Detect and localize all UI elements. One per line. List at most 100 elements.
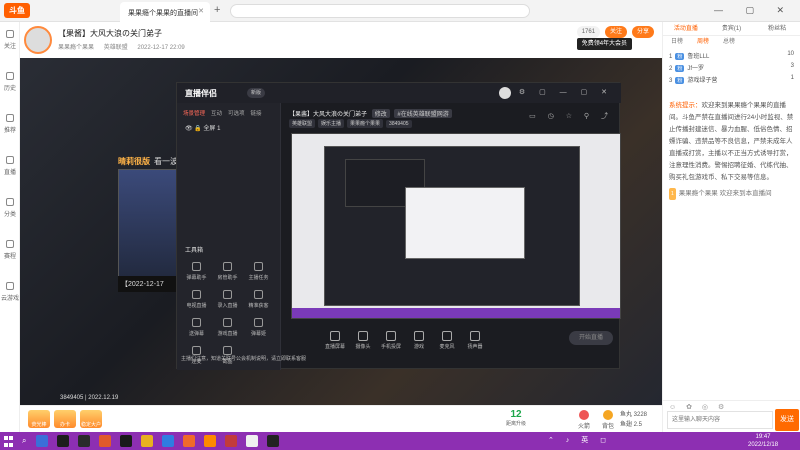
app-icon[interactable] xyxy=(246,435,258,447)
chat-input[interactable] xyxy=(667,411,773,429)
tool-1[interactable]: 房管助手 xyxy=(212,259,243,287)
system-tray[interactable]: ⌃ ♪ 英 ◻ xyxy=(548,435,611,445)
tool-2[interactable]: 主播任务 xyxy=(243,259,274,287)
app-main-icons[interactable]: ▭ ◷ ☆ ⚲ ⤴ xyxy=(529,111,613,121)
app-icon[interactable] xyxy=(204,435,216,447)
close-tab-icon[interactable]: ✕ xyxy=(198,7,204,15)
tab-options[interactable]: 可选项 xyxy=(228,111,245,117)
stream-preview[interactable] xyxy=(291,133,621,319)
app-icon[interactable] xyxy=(99,435,111,447)
streamer-name[interactable]: 果果瘾个果果 xyxy=(58,45,94,51)
header-actions: 1761 关注 分享 免费领4年大会员 xyxy=(574,26,654,50)
system-label: 系统提示： xyxy=(669,102,702,109)
subtag[interactable]: 娱乐主播 xyxy=(318,119,345,128)
ctrl-phone[interactable]: 手机投屏 xyxy=(377,331,405,350)
rank-row[interactable]: 3 粉游戏绿子营 1 xyxy=(663,72,800,84)
replay-thumbnail[interactable] xyxy=(118,169,178,291)
app-icon[interactable] xyxy=(120,435,132,447)
gift-item[interactable]: 稳定大户 xyxy=(80,410,102,428)
heart-icon xyxy=(6,30,14,38)
gamepad-icon xyxy=(223,318,232,327)
app-icon[interactable] xyxy=(162,435,174,447)
share-button[interactable]: 分享 xyxy=(631,26,654,38)
backpack-button[interactable]: 背包 xyxy=(596,410,620,430)
nav-history[interactable]: 历史 xyxy=(0,64,20,106)
nav-cloud-game[interactable]: 云游戏 xyxy=(0,274,20,316)
rocket-icon xyxy=(579,410,589,420)
nav-recommend[interactable]: 推荐 xyxy=(0,106,20,148)
gift-item[interactable]: 办卡 xyxy=(54,410,76,428)
app-icon[interactable] xyxy=(141,435,153,447)
tool-4[interactable]: 录入直播 xyxy=(212,287,243,315)
tool-5[interactable]: 精准获客 xyxy=(243,287,274,315)
follow-button[interactable]: 关注 xyxy=(605,26,628,38)
rtab-2[interactable]: 粉丝粘 xyxy=(754,22,800,35)
toolbox-label: 工具箱 xyxy=(185,248,204,254)
rocket-button[interactable]: 火箭 xyxy=(572,410,596,430)
nav-events[interactable]: 赛程 xyxy=(0,232,20,274)
subtab-total[interactable]: 总榜 xyxy=(723,36,735,48)
app-avatar[interactable] xyxy=(499,87,511,99)
ctrl-speaker[interactable]: 扬声器 xyxy=(461,331,489,350)
rank-row[interactable]: 2 粉 Jf一罗 3 xyxy=(663,60,800,72)
windows-start-icon[interactable] xyxy=(4,436,14,447)
search-icon[interactable]: ⌕ xyxy=(22,436,26,446)
streamer-avatar[interactable] xyxy=(24,26,52,54)
subtab-week[interactable]: 周榜 xyxy=(697,36,709,48)
tab-links[interactable]: 链接 xyxy=(251,111,262,117)
ctrl-mic[interactable]: 麦克风 xyxy=(433,331,461,350)
send-icon xyxy=(192,318,201,327)
subtag[interactable]: 英雄联盟 xyxy=(289,119,316,128)
start-live-button[interactable]: 开始直播 xyxy=(569,331,613,345)
rank-row[interactable]: 1 粉鲁班LLL 10 xyxy=(663,48,800,60)
taskbar-clock[interactable]: 19:47 2022/12/18 xyxy=(748,433,778,449)
tool-3[interactable]: 电视直播 xyxy=(181,287,212,315)
browser-tab[interactable]: 果果瘾个果果的直播间 ✕ xyxy=(120,2,210,22)
douyu-logo[interactable]: 斗鱼 xyxy=(4,3,30,18)
nav-follow[interactable]: 关注 xyxy=(0,22,20,64)
stream-date: 2022-12-17 22:09 xyxy=(137,45,185,51)
yuchi-count: 鱼翅 2.5 xyxy=(620,422,643,428)
app-window-controls[interactable]: ⚙ ▢ — ▢ ✕ xyxy=(519,88,613,96)
steam-icon[interactable] xyxy=(78,435,90,447)
app-side-tabs: 场景管理 互动 可选项 链接 xyxy=(183,109,268,117)
rtab-0[interactable]: 活动直播 xyxy=(663,22,709,35)
app-icon[interactable] xyxy=(225,435,237,447)
ctrl-game[interactable]: 游戏 xyxy=(405,331,433,350)
tab-interact[interactable]: 互动 xyxy=(211,111,222,117)
user-icon xyxy=(223,262,232,271)
address-bar[interactable] xyxy=(230,4,530,18)
tool-8[interactable]: 弹幕姬 xyxy=(243,315,274,343)
douyu-app-icon[interactable] xyxy=(183,435,195,447)
app-icon[interactable] xyxy=(267,435,279,447)
browser-tabbar: 斗鱼 果果瘾个果果的直播间 ✕ + — ▢ ✕ xyxy=(0,0,800,22)
subtag[interactable]: 果果瘾个果果 xyxy=(347,119,384,128)
free-vip-banner[interactable]: 免费领4年大会员 xyxy=(576,38,633,50)
stream-category[interactable]: 英雄联盟 xyxy=(104,45,128,51)
welcome-message: 1 果果瘾个果果 欢迎来到本直播间 xyxy=(669,188,795,200)
scene-item[interactable]: 👁 🔒 全屏 1 xyxy=(185,123,220,132)
subtab-day[interactable]: 日榜 xyxy=(671,36,683,48)
tab-scene[interactable]: 场景管理 xyxy=(183,111,205,117)
gift-item[interactable]: 荧光棒 xyxy=(28,410,50,428)
nav-category[interactable]: 分类 xyxy=(0,190,20,232)
nav-live[interactable]: 直播 xyxy=(0,148,20,190)
room-category[interactable]: #在线英雄联盟网游 xyxy=(394,109,452,118)
explorer-icon[interactable] xyxy=(36,435,48,447)
chat-tools[interactable]: ☺ ✿ ◎ ⚙ xyxy=(669,403,728,411)
tool-7[interactable]: 游戏直播 xyxy=(212,315,243,343)
window-controls[interactable]: — ▢ ✕ xyxy=(714,5,794,16)
rtab-1[interactable]: 贵宾(1) xyxy=(709,22,755,35)
tool-0[interactable]: 弹幕助手 xyxy=(181,259,212,287)
screenshot-icon xyxy=(223,346,232,355)
room-title: 【果酱】大风大浪の关门弟子 xyxy=(289,112,368,118)
ctrl-screen[interactable]: 直播屏幕 xyxy=(321,331,349,350)
ctrl-camera[interactable]: 摄像头 xyxy=(349,331,377,350)
edit-title-button[interactable]: 修改 xyxy=(371,109,390,118)
terminal-icon[interactable] xyxy=(57,435,69,447)
currency-stats: 鱼丸 3228 鱼翅 2.5 xyxy=(620,410,647,430)
tool-6[interactable]: 送弹幕 xyxy=(181,315,212,343)
new-tab-button[interactable]: + xyxy=(214,4,220,16)
video-player[interactable]: 晴莉很版 看一波~ 【2022-12-17 3849405 | 2022.12.1… xyxy=(20,58,662,405)
send-button[interactable]: 发送 xyxy=(775,409,799,431)
